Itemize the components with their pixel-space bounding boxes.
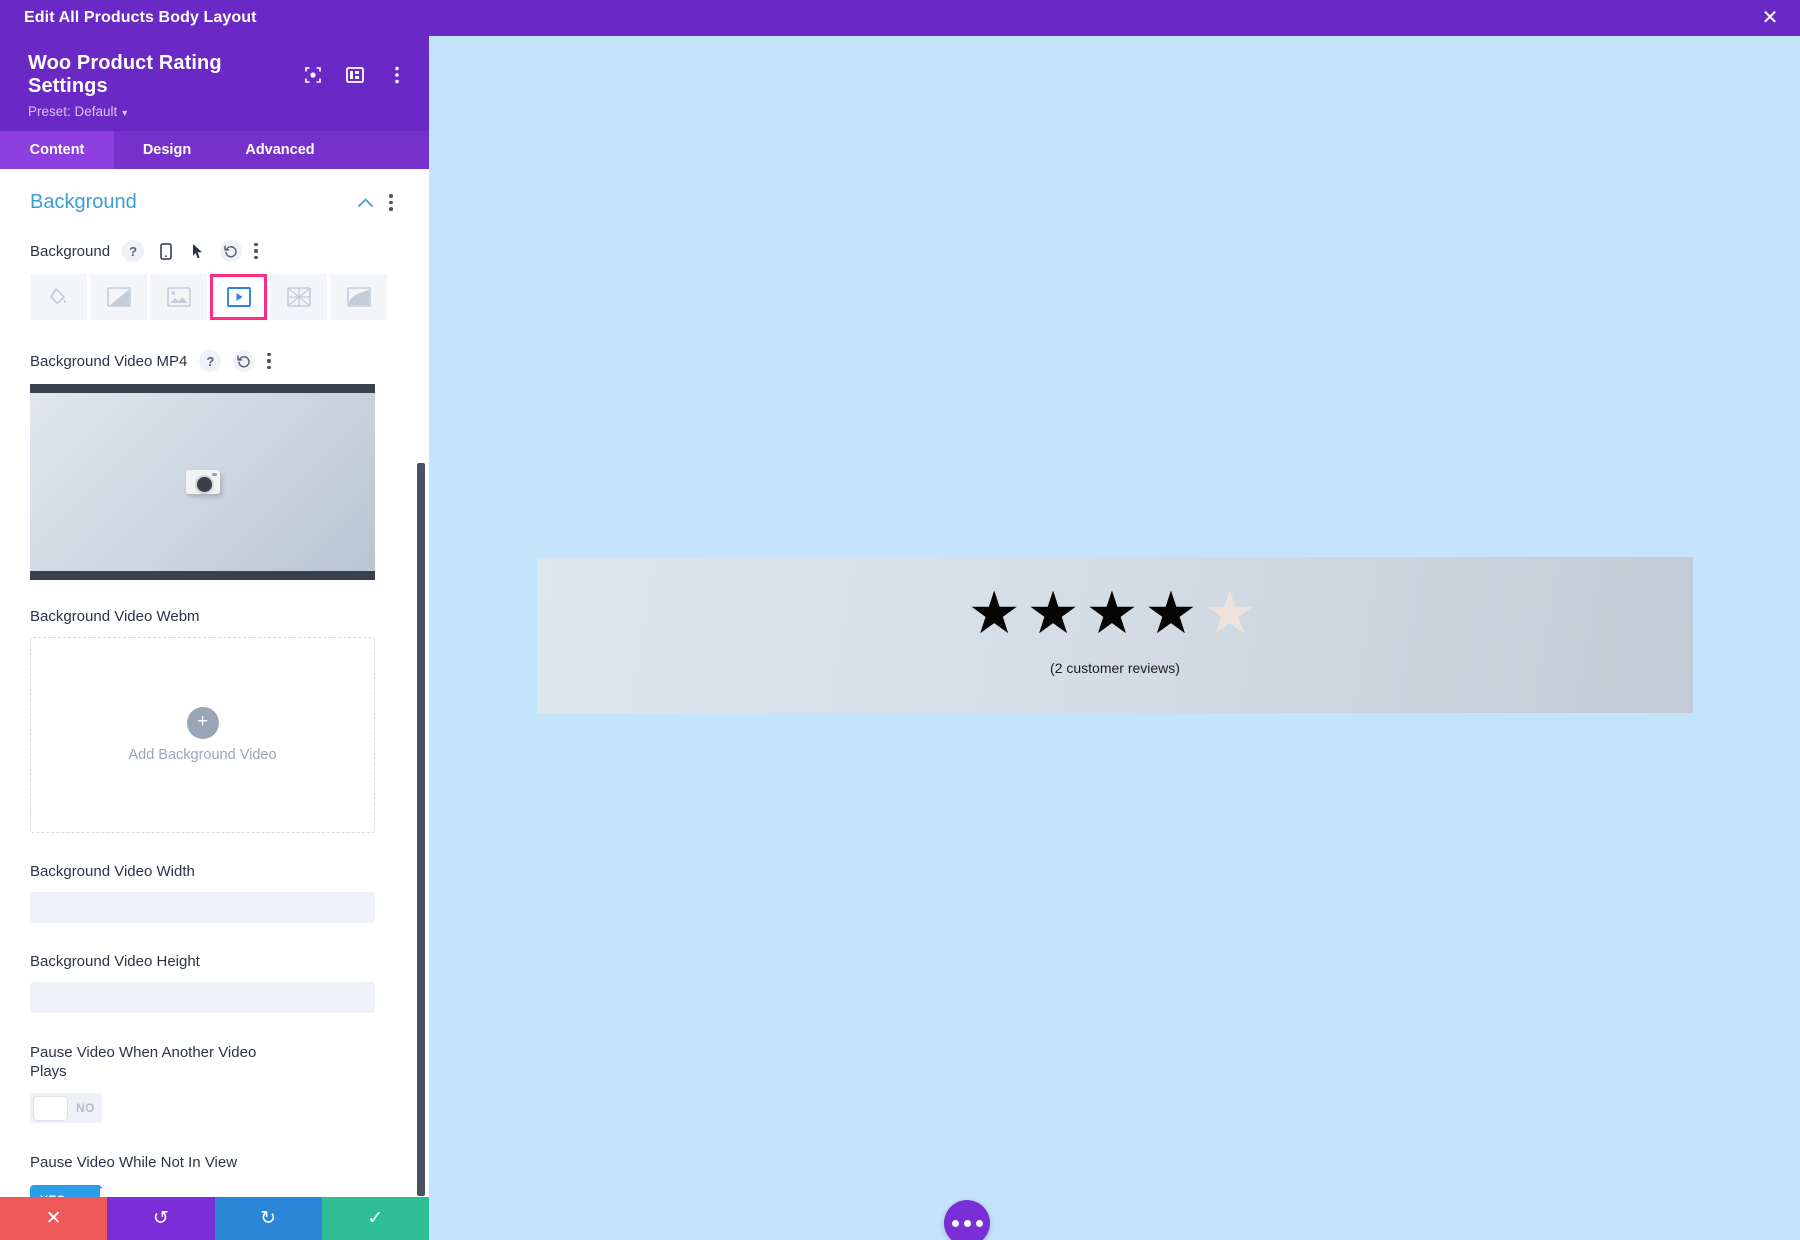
toggle-knob bbox=[100, 1188, 102, 1197]
background-pattern-option[interactable] bbox=[270, 274, 327, 320]
pause-not-in-view-label: Pause Video While Not In View bbox=[30, 1154, 238, 1172]
question-mark-icon[interactable]: ? bbox=[122, 240, 145, 262]
background-field-more-icon[interactable] bbox=[254, 242, 258, 260]
camera-icon bbox=[185, 470, 220, 494]
star-empty-5: ★ bbox=[1203, 580, 1263, 646]
video-width-input[interactable] bbox=[30, 892, 375, 923]
page-settings-button[interactable] bbox=[944, 1200, 990, 1240]
video-thumbnail[interactable] bbox=[30, 384, 375, 580]
pause-not-in-view-state: YES bbox=[40, 1193, 65, 1197]
section-title: Background bbox=[30, 191, 137, 213]
chevron-down-icon: ▼ bbox=[120, 108, 130, 118]
cursor-icon[interactable] bbox=[188, 241, 208, 261]
add-background-video-label: Add Background Video bbox=[128, 747, 277, 763]
background-field-label: Background bbox=[30, 242, 111, 260]
background-section-header: Background bbox=[30, 191, 393, 214]
redo-button[interactable]: ↻ bbox=[214, 1197, 322, 1240]
undo-icon[interactable] bbox=[233, 350, 256, 372]
module-title: Woo Product Rating Settings bbox=[28, 52, 222, 97]
panel-scrollbar[interactable] bbox=[417, 463, 425, 1196]
add-background-video-dropzone[interactable]: + Add Background Video bbox=[30, 637, 375, 833]
target-icon[interactable] bbox=[303, 65, 323, 85]
toggle-knob bbox=[34, 1096, 67, 1120]
woo-product-rating-module[interactable]: ★★★★★ (2 customer reviews) bbox=[537, 557, 1693, 713]
star-rating: ★★★★★ bbox=[537, 584, 1693, 643]
background-color-option[interactable] bbox=[30, 274, 87, 320]
pause-when-another-state: NO bbox=[76, 1101, 95, 1116]
page-canvas: ★★★★★ (2 customer reviews) bbox=[429, 36, 1800, 1240]
question-mark-icon[interactable]: ? bbox=[199, 350, 222, 372]
undo-icon[interactable] bbox=[220, 240, 243, 262]
preset-label: Preset: Default bbox=[28, 104, 118, 119]
pause-not-in-view-toggle[interactable]: YES bbox=[30, 1184, 102, 1197]
more-vertical-icon[interactable] bbox=[387, 65, 407, 85]
video-mp4-label-row: Background Video MP4 ? bbox=[30, 350, 393, 372]
undo-button[interactable]: ↺ bbox=[107, 1197, 215, 1240]
background-video-option[interactable] bbox=[210, 274, 267, 320]
section-more-icon[interactable] bbox=[389, 194, 393, 211]
save-button[interactable]: ✓ bbox=[321, 1197, 429, 1240]
mobile-icon[interactable] bbox=[156, 241, 176, 261]
panel-body: Background Background ? Background Video… bbox=[0, 169, 429, 1197]
star-filled-4: ★ bbox=[1144, 580, 1204, 646]
star-filled-3: ★ bbox=[1085, 580, 1145, 646]
pause-when-another-toggle[interactable]: NO bbox=[30, 1093, 102, 1124]
settings-panel: Woo Product Rating Settings Preset: Defa… bbox=[0, 36, 429, 1240]
video-mp4-label: Background Video MP4 bbox=[30, 352, 188, 370]
close-icon[interactable]: ✕ bbox=[1756, 4, 1784, 32]
background-mask-option[interactable] bbox=[330, 274, 387, 320]
background-image-option[interactable] bbox=[150, 274, 207, 320]
tab-content[interactable]: Content bbox=[0, 131, 114, 169]
page-title: Edit All Products Body Layout bbox=[24, 9, 257, 26]
pause-when-another-label: Pause Video When Another Video Plays bbox=[30, 1044, 257, 1081]
plus-icon: + bbox=[186, 707, 219, 739]
background-field-label-row: Background ? bbox=[30, 240, 393, 262]
star-filled-1: ★ bbox=[967, 580, 1027, 646]
panel-action-bar: ✕ ↺ ↻ ✓ bbox=[0, 1197, 429, 1240]
panel-header: Woo Product Rating Settings Preset: Defa… bbox=[0, 36, 429, 131]
video-height-input[interactable] bbox=[30, 982, 375, 1013]
panel-scroll-area: Background Background ? Background Video… bbox=[0, 169, 429, 1197]
background-type-selector bbox=[30, 274, 393, 320]
video-mp4-more-icon[interactable] bbox=[267, 352, 271, 370]
app-root: Edit All Products Body Layout ✕ Woo Prod… bbox=[0, 0, 1800, 1240]
video-height-label: Background Video Height bbox=[30, 953, 200, 970]
star-filled-2: ★ bbox=[1026, 580, 1086, 646]
cancel-button[interactable]: ✕ bbox=[0, 1197, 108, 1240]
top-bar: Edit All Products Body Layout ✕ bbox=[0, 0, 1800, 36]
customer-reviews-text: (2 customer reviews) bbox=[1050, 660, 1180, 676]
background-gradient-option[interactable] bbox=[90, 274, 147, 320]
video-width-label: Background Video Width bbox=[30, 863, 195, 880]
tab-advanced[interactable]: Advanced bbox=[220, 131, 340, 169]
preset-selector[interactable]: Preset: Default ▼ bbox=[28, 104, 407, 119]
chevron-up-icon[interactable] bbox=[358, 194, 373, 211]
video-webm-label: Background Video Webm bbox=[30, 608, 200, 625]
layout-columns-icon[interactable] bbox=[345, 65, 365, 85]
panel-tabs: Content Design Advanced bbox=[0, 131, 429, 169]
tab-design[interactable]: Design bbox=[114, 131, 220, 169]
